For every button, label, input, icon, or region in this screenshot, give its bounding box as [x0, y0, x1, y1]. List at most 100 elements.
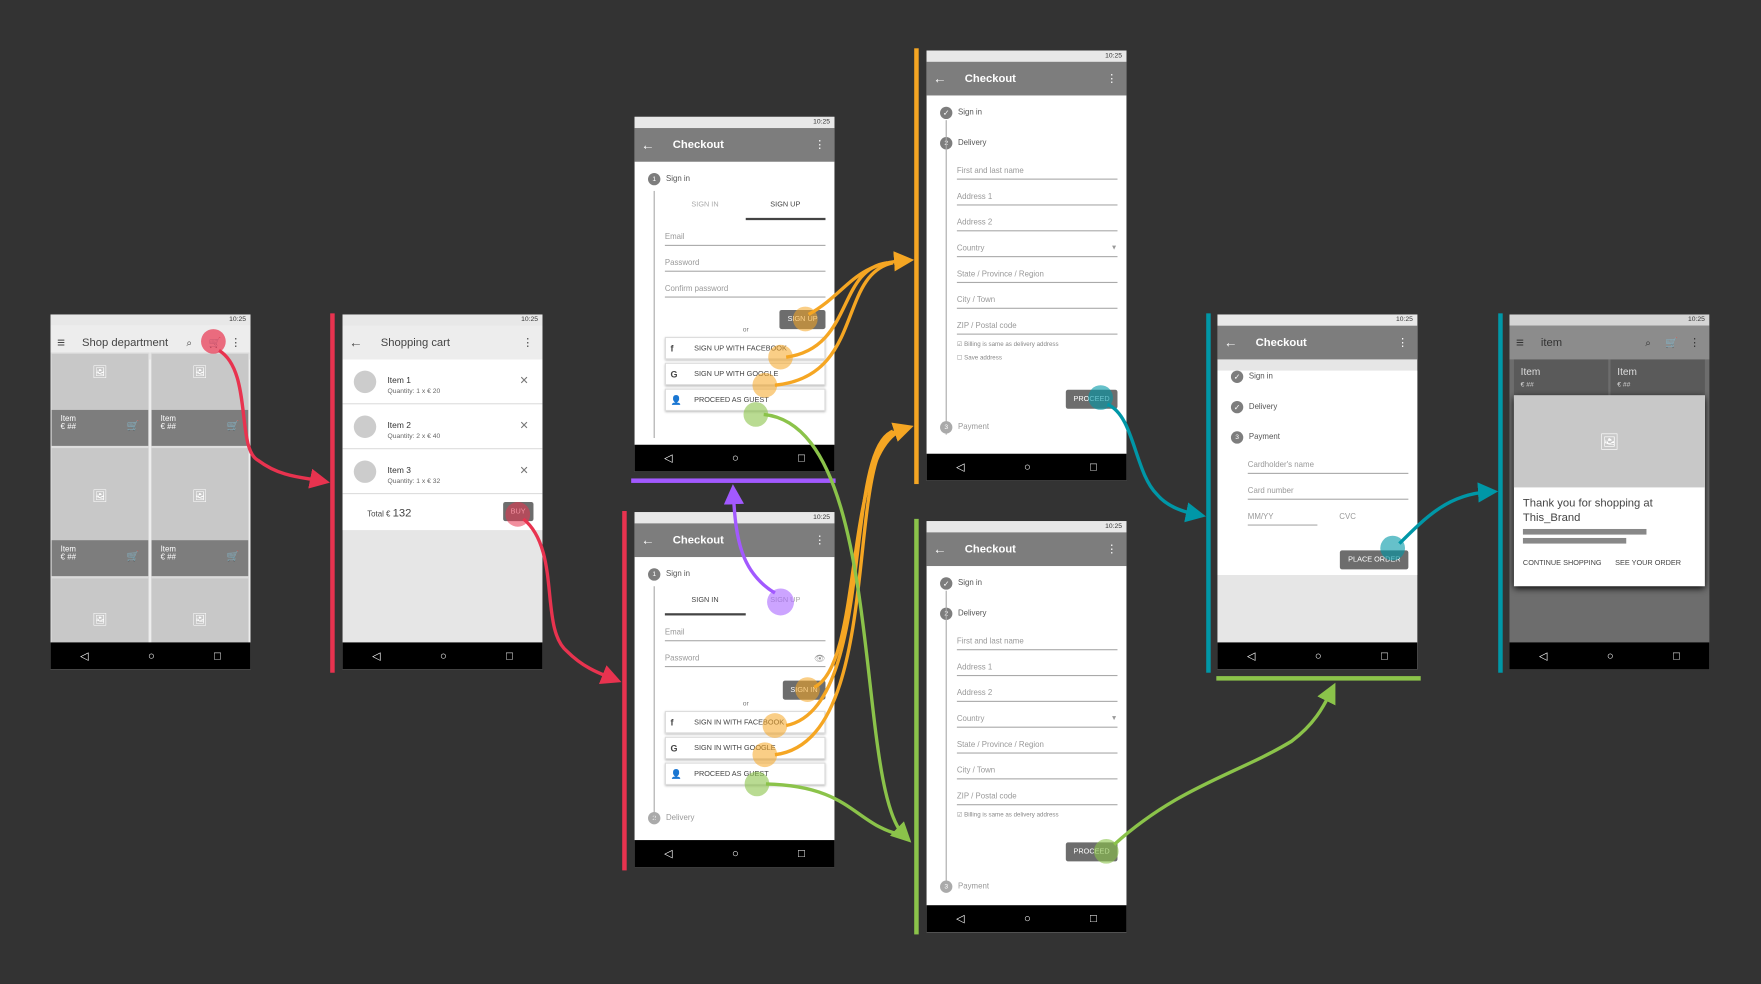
- continue-shopping-button[interactable]: CONTINUE SHOPPING: [1523, 559, 1602, 567]
- more-icon[interactable]: ⋮: [1106, 543, 1117, 555]
- confirm-password-field[interactable]: Confirm password: [664, 272, 826, 298]
- zip-field[interactable]: ZIP / Postal code: [956, 779, 1118, 806]
- sign-in-facebook-button[interactable]: f SIGN IN WITH FACEBOOK: [664, 710, 826, 734]
- proceed-button[interactable]: PROCEED: [1065, 842, 1118, 862]
- more-icon[interactable]: ⋮: [1689, 336, 1700, 348]
- add-to-cart-icon[interactable]: 🛒: [227, 550, 240, 562]
- email-field[interactable]: Email: [664, 220, 826, 246]
- sign-up-facebook-button[interactable]: f SIGN UP WITH FACEBOOK: [664, 336, 826, 360]
- recent-apps-icon[interactable]: □: [214, 650, 221, 662]
- back-arrow-icon[interactable]: ←: [641, 137, 657, 153]
- menu-icon[interactable]: ≡: [1516, 335, 1532, 351]
- country-select[interactable]: Country ▼: [956, 702, 1118, 728]
- sign-in-button[interactable]: SIGN IN: [782, 680, 826, 700]
- more-icon[interactable]: ⋮: [522, 336, 533, 348]
- product-tile[interactable]: 🖼: [150, 577, 250, 645]
- search-icon[interactable]: ⌕: [1645, 336, 1651, 348]
- billing-checkbox-row[interactable]: ☑ Billing is same as delivery address: [957, 341, 1127, 348]
- zip-field[interactable]: ZIP / Postal code: [956, 309, 1118, 335]
- more-icon[interactable]: ⋮: [1106, 72, 1117, 84]
- add-to-cart-icon[interactable]: 🛒: [227, 420, 240, 432]
- sign-up-google-button[interactable]: G SIGN UP WITH GOOGLE: [664, 362, 826, 386]
- back-arrow-icon[interactable]: ←: [641, 532, 657, 548]
- tab-sign-in[interactable]: SIGN IN: [664, 596, 746, 616]
- cart-icon[interactable]: 🛒: [1665, 336, 1678, 348]
- home-icon[interactable]: ○: [732, 847, 739, 859]
- email-field[interactable]: Email: [664, 615, 826, 642]
- recent-apps-icon[interactable]: □: [1090, 913, 1097, 925]
- home-icon[interactable]: ○: [1024, 913, 1031, 925]
- home-icon[interactable]: ○: [1607, 650, 1614, 662]
- menu-icon[interactable]: ≡: [57, 335, 73, 351]
- tab-sign-in[interactable]: SIGN IN: [665, 201, 745, 220]
- expiry-field[interactable]: MM/YY: [1247, 500, 1317, 526]
- card-number-field[interactable]: Card number: [1247, 474, 1409, 500]
- cardholder-field[interactable]: Cardholder's name: [1247, 448, 1409, 474]
- product-tile[interactable]: 🖼 Item € ## 🛒: [150, 352, 250, 447]
- recent-apps-icon[interactable]: □: [1673, 650, 1680, 662]
- back-arrow-icon[interactable]: ←: [1224, 335, 1240, 351]
- proceed-button[interactable]: PROCEED: [1065, 389, 1118, 409]
- back-icon[interactable]: ◁: [664, 847, 673, 859]
- country-select[interactable]: Country ▼: [956, 231, 1118, 258]
- product-tile[interactable]: 🖼 Item € ## 🛒: [150, 446, 250, 578]
- back-icon[interactable]: ◁: [1539, 650, 1548, 662]
- password-field[interactable]: Password: [664, 246, 826, 272]
- back-icon[interactable]: ◁: [372, 650, 381, 662]
- place-order-button[interactable]: PLACE ORDER: [1340, 550, 1409, 570]
- buy-button[interactable]: BUY: [502, 502, 534, 522]
- back-arrow-icon[interactable]: ←: [933, 541, 949, 557]
- region-field[interactable]: State / Province / Region: [956, 728, 1118, 754]
- cvc-field[interactable]: CVC: [1339, 500, 1408, 526]
- recent-apps-icon[interactable]: □: [1090, 461, 1097, 473]
- search-icon[interactable]: ⌕: [186, 336, 192, 348]
- proceed-as-guest-button[interactable]: 👤 PROCEED AS GUEST: [664, 762, 826, 786]
- billing-checkbox-row[interactable]: ☑ Billing is same as delivery address: [957, 812, 1127, 819]
- address2-field[interactable]: Address 2: [956, 676, 1118, 702]
- name-field[interactable]: First and last name: [956, 154, 1118, 180]
- more-icon[interactable]: ⋮: [230, 336, 241, 348]
- product-tile[interactable]: 🖼 Item € ## 🛒: [50, 446, 150, 578]
- back-icon[interactable]: ◁: [1247, 650, 1256, 662]
- proceed-as-guest-button[interactable]: 👤 PROCEED AS GUEST: [664, 388, 826, 412]
- tab-sign-up[interactable]: SIGN UP: [745, 201, 826, 221]
- save-address-checkbox-row[interactable]: ☐ Save address: [957, 355, 1127, 362]
- product-tile[interactable]: 🖼: [50, 577, 150, 645]
- more-icon[interactable]: ⋮: [814, 534, 825, 546]
- back-icon[interactable]: ◁: [80, 650, 89, 662]
- add-to-cart-icon[interactable]: 🛒: [127, 420, 140, 432]
- see-your-order-button[interactable]: SEE YOUR ORDER: [1615, 559, 1681, 567]
- sign-up-button[interactable]: SIGN UP: [779, 309, 826, 330]
- back-icon[interactable]: ◁: [956, 913, 965, 925]
- name-field[interactable]: First and last name: [956, 624, 1118, 651]
- recent-apps-icon[interactable]: □: [798, 847, 805, 859]
- home-icon[interactable]: ○: [148, 650, 155, 662]
- checkbox-checked-icon[interactable]: ☑: [957, 812, 963, 819]
- checkbox-checked-icon[interactable]: ☑: [957, 341, 963, 348]
- recent-apps-icon[interactable]: □: [506, 650, 513, 662]
- home-icon[interactable]: ○: [1315, 650, 1322, 662]
- back-icon[interactable]: ◁: [664, 452, 673, 464]
- remove-icon[interactable]: ✕: [520, 375, 529, 387]
- tab-sign-up[interactable]: SIGN UP: [745, 596, 825, 615]
- address2-field[interactable]: Address 2: [956, 206, 1118, 232]
- region-field[interactable]: State / Province / Region: [956, 257, 1118, 284]
- address1-field[interactable]: Address 1: [956, 650, 1118, 677]
- sign-in-google-button[interactable]: G SIGN IN WITH GOOGLE: [664, 736, 826, 760]
- more-icon[interactable]: ⋮: [814, 139, 825, 151]
- more-icon[interactable]: ⋮: [1397, 336, 1408, 348]
- remove-icon[interactable]: ✕: [520, 420, 529, 432]
- cart-icon[interactable]: 🛒: [209, 336, 222, 348]
- home-icon[interactable]: ○: [732, 452, 739, 464]
- city-field[interactable]: City / Town: [956, 283, 1118, 309]
- city-field[interactable]: City / Town: [956, 754, 1118, 780]
- show-password-icon[interactable]: 👁: [814, 654, 825, 664]
- add-to-cart-icon[interactable]: 🛒: [127, 550, 140, 562]
- checkbox-empty-icon[interactable]: ☐: [957, 355, 963, 362]
- remove-icon[interactable]: ✕: [520, 465, 529, 477]
- product-tile[interactable]: 🖼 Item € ## 🛒: [50, 352, 150, 447]
- back-icon[interactable]: ◁: [956, 461, 965, 473]
- home-icon[interactable]: ○: [1024, 461, 1031, 473]
- recent-apps-icon[interactable]: □: [1381, 650, 1388, 662]
- password-field[interactable]: Password 👁: [664, 641, 826, 668]
